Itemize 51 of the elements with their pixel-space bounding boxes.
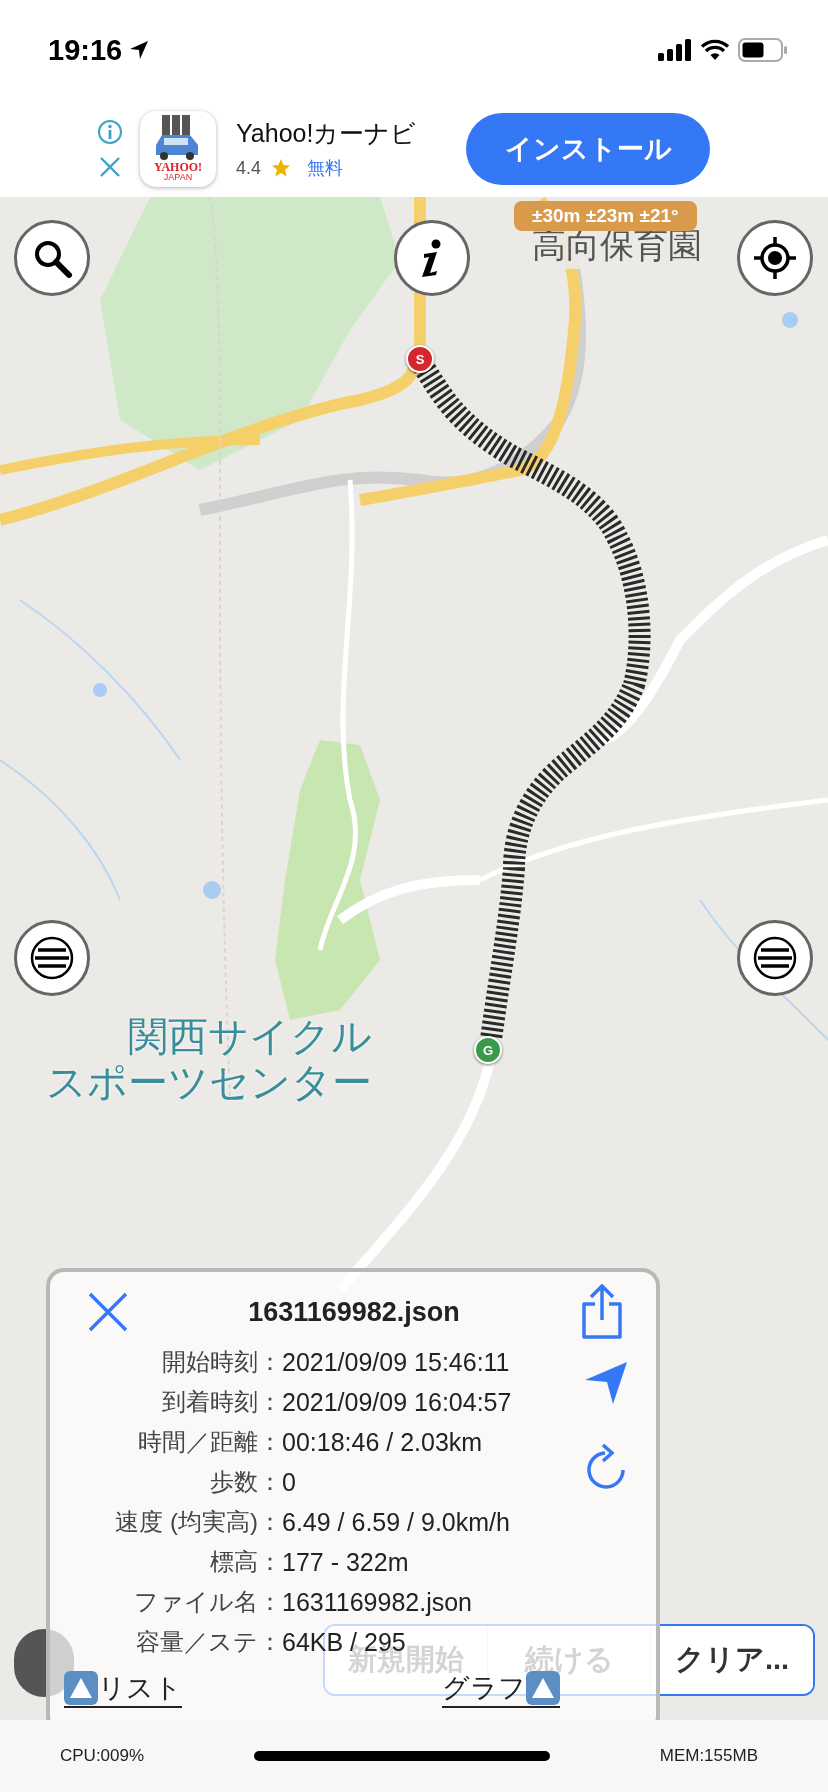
battery-icon xyxy=(738,38,788,62)
field-value: 1631169982.json xyxy=(282,1587,473,1617)
list-link[interactable]: リスト xyxy=(64,1670,182,1708)
close-button[interactable] xyxy=(98,154,122,179)
colon-separator: ： xyxy=(258,1547,282,1577)
field-value: 6.49 / 6.59 / 9.0km/h xyxy=(282,1507,511,1537)
field-value: 0 xyxy=(282,1467,297,1497)
star-icon xyxy=(271,158,292,178)
file-title: 1631169982.json xyxy=(248,1296,460,1328)
field-value: 2021/09/09 15:46:11 xyxy=(282,1347,511,1377)
field-value: 00:18:46 / 2.03km xyxy=(282,1427,484,1457)
app-rating: 4.4 xyxy=(236,157,262,179)
field-label: 速度 (均実高) xyxy=(115,1507,258,1537)
field-label: 到着時刻 xyxy=(162,1387,258,1417)
field-label: 容量／ステ xyxy=(136,1627,258,1657)
area-label: スポーツセンター xyxy=(46,1059,372,1106)
menu-icon xyxy=(30,936,74,980)
cpu-usage: CPU:009% xyxy=(60,1746,145,1766)
accuracy-badge: ±30m ±23m ±21° xyxy=(514,201,697,231)
close-icon xyxy=(98,154,122,179)
status-time: 19:16 xyxy=(48,33,123,67)
colon-separator: ： xyxy=(258,1427,282,1457)
area-label: 関西サイクル xyxy=(128,1013,372,1060)
signal-icon xyxy=(658,39,692,61)
field-label: ファイル名 xyxy=(134,1587,258,1617)
field-label: 標高 xyxy=(210,1547,258,1577)
wifi-icon xyxy=(700,39,730,61)
field-value: 2021/09/09 16:04:57 xyxy=(282,1387,513,1417)
close-icon xyxy=(86,1290,130,1334)
field-label: 歩数 xyxy=(210,1467,258,1497)
colon-separator: ： xyxy=(258,1467,282,1497)
app-price: 無料 xyxy=(307,157,344,180)
field-label: 開始時刻 xyxy=(162,1347,258,1377)
install-button[interactable]: インストール xyxy=(466,112,710,185)
app-name: Yahoo!カーナビ xyxy=(236,118,418,149)
graph-link[interactable]: グラフ xyxy=(442,1670,560,1708)
colon-separator: ： xyxy=(258,1627,282,1657)
menu-icon xyxy=(753,936,797,980)
colon-separator: ： xyxy=(258,1347,282,1377)
colon-separator: ： xyxy=(258,1387,282,1417)
field-label: 時間／距離 xyxy=(138,1427,258,1457)
location-arrow-icon xyxy=(128,39,151,61)
info-icon xyxy=(97,118,123,145)
field-value: 177 - 322m xyxy=(282,1547,410,1577)
colon-separator: ： xyxy=(258,1587,282,1617)
colon-separator: ： xyxy=(258,1507,282,1537)
memory-usage: MEM:155MB xyxy=(659,1746,758,1766)
locate-icon xyxy=(753,236,797,280)
logo-subtext: JAPAN xyxy=(163,173,193,182)
logo-text: YAHOO! xyxy=(153,161,203,173)
close-button[interactable] xyxy=(86,1290,130,1334)
